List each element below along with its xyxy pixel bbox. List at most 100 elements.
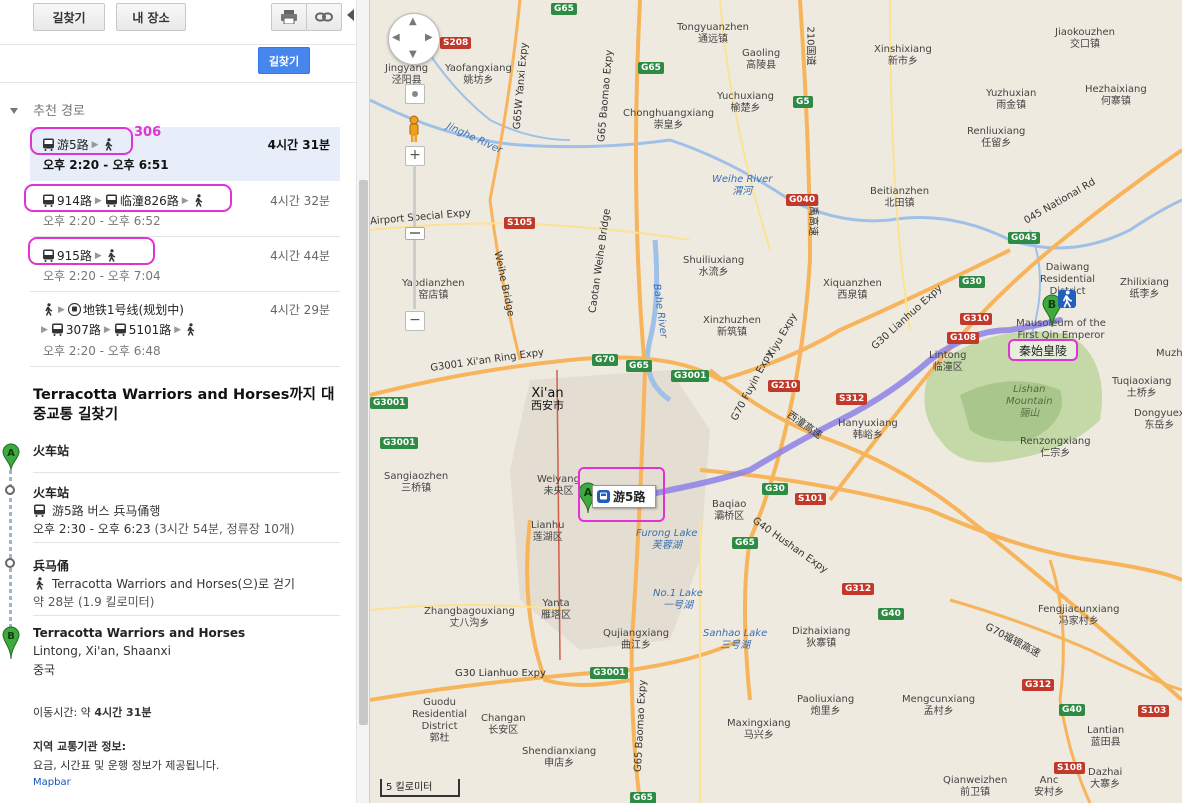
route-time: 오후 2:20 - 오후 6:51 — [43, 158, 169, 172]
directions-button[interactable]: 길찾기 — [33, 3, 105, 31]
map-place-label: Baqiao 灞桥区 — [712, 499, 747, 522]
pan-down-icon[interactable]: ▼ — [409, 49, 417, 60]
arrow-icon: ▶ — [58, 304, 65, 315]
collapse-left-icon[interactable] — [347, 9, 355, 24]
map-lake-label: Furong Lake 芙蓉湖 — [636, 528, 698, 551]
route-time: 오후 2:20 - 오후 6:52 — [43, 214, 161, 228]
print-button[interactable] — [271, 3, 307, 31]
zoom-in-button[interactable]: + — [405, 146, 425, 166]
panel-scrollbar[interactable] — [356, 0, 369, 803]
map-place-label: Guodu Residential District 郭杜 — [412, 697, 468, 744]
walk-icon — [187, 323, 195, 336]
map-place-label: Yuchuxiang 榆楚乡 — [717, 91, 774, 114]
bus-icon — [597, 490, 610, 503]
route-line-label: 914路 — [57, 194, 92, 208]
pin-a-icon: A — [2, 443, 20, 474]
highway-shield: G30 — [959, 276, 985, 288]
map-place-label: Chonghuangxiang 崇皇乡 — [623, 108, 715, 131]
walk-icon — [36, 577, 44, 590]
pan-left-icon[interactable]: ◀ — [392, 32, 400, 43]
map-place-label: Lintong 临潼区 — [929, 350, 967, 373]
directions-panel: 길찾기 내 장소 길찾기 추천 경로 游5路 ▶ 4시간 31분 오후 2:20… — [0, 0, 370, 803]
map-canvas[interactable]: Tongyuanzhen 通远镇 Gaoling 高陵县 Xinshixiang 新市… — [370, 0, 1182, 803]
end-addr2: 중국 — [33, 663, 56, 677]
pegman-icon[interactable] — [405, 115, 423, 143]
destination-label: 秦始皇陵 — [1008, 339, 1078, 361]
map-city-label: Xi'an 西安市 — [531, 386, 564, 412]
provider-link[interactable]: Mapbar — [33, 777, 71, 788]
svg-text:B: B — [7, 631, 15, 642]
highway-shield: G65 — [732, 537, 758, 549]
pan-control[interactable]: ▲ ▼ ◀ ▶ — [388, 13, 440, 65]
map-place-label: Weiyang 未央区 — [537, 474, 580, 497]
route-duration: 4시간 29분 — [270, 303, 330, 317]
walk-icon — [1058, 290, 1076, 308]
highway-shield: G40 — [1059, 704, 1085, 716]
route-option-4[interactable]: ▶ 地铁1号线(规划中) ▶ 307路 ▶ 5101路 ▶ 4시간 29분 오후… — [30, 292, 340, 366]
map-place-label: Gaoling 高陵县 — [742, 48, 781, 71]
get-directions-button[interactable]: 길찾기 — [258, 47, 310, 74]
river-label: Weihe River 渭河 — [712, 174, 773, 197]
step2-name: 兵马俑 — [33, 559, 70, 573]
highway-shield: G210 — [768, 380, 801, 392]
road-label: G30 Lianhuo Expy — [455, 668, 546, 679]
route-duration: 4시간 44분 — [270, 249, 330, 263]
travel-time: 이동시간: 약 4시간 31분 — [33, 706, 152, 719]
highway-shield: G70 — [592, 354, 618, 366]
map-place-label: Muzh — [1156, 348, 1182, 359]
map-place-label: Changan 长安区 — [481, 713, 526, 736]
step1-time: 오후 2:30 - 오후 6:23 — [33, 522, 151, 536]
map-place-label: Yaodianzhen 窑店镇 — [402, 278, 465, 301]
route-option-3[interactable]: 915路 ▶ 4시간 44분 오후 2:20 - 오후 7:04 — [30, 237, 340, 291]
print-icon — [281, 10, 297, 24]
route-bubble[interactable]: 游5路 — [592, 485, 656, 508]
route-line-label: 5101路 — [128, 323, 172, 337]
map-place-label: Jiaokouzhen 交口镇 — [1055, 27, 1115, 50]
map-place-label: Dizhaixiang 狄寨镇 — [792, 626, 851, 649]
subway-icon — [67, 303, 81, 316]
pan-right-icon[interactable]: ▶ — [425, 32, 433, 43]
route-line-label: 临潼826路 — [119, 194, 179, 208]
step2-desc-row: Terracotta Warriors and Horses(으)로 걷기 — [33, 575, 295, 592]
pin-b-icon: B — [2, 626, 20, 663]
stop-marker — [5, 485, 15, 495]
map-place-label: Qujiangxiang 曲江乡 — [603, 628, 670, 651]
map-place-label: Hanyuxiang 韩峪乡 — [838, 418, 898, 441]
map-place-label: Lantian 蓝田县 — [1087, 725, 1125, 748]
highway-shield: G310 — [960, 313, 993, 325]
transit-info-title: 지역 교통기관 정보: — [33, 740, 127, 753]
step1-time-row: 오후 2:30 - 오후 6:23 (3시간 54분, 정류장 10개) — [33, 520, 295, 537]
bus-icon — [105, 194, 117, 207]
pan-up-icon[interactable]: ▲ — [409, 16, 417, 27]
highway-shield: G65 — [638, 62, 664, 74]
map-lake-label: Sanhao Lake 三号湖 — [703, 628, 768, 651]
highway-shield: G3001 — [370, 397, 409, 409]
zoom-out-button[interactable]: − — [405, 311, 425, 331]
highway-shield: S208 — [440, 37, 472, 49]
collapse-toggle-icon[interactable] — [10, 103, 18, 117]
highway-shield: G65 — [630, 792, 656, 803]
bus-icon — [43, 194, 54, 207]
step1-desc: 游5路 버스 兵马俑행 — [52, 504, 161, 518]
location-button[interactable] — [405, 84, 425, 104]
map-place-label: Mengcunxiang 孟村乡 — [902, 694, 976, 717]
zoom-slider-handle[interactable] — [405, 227, 425, 240]
map-place-label: Renliuxiang 任留乡 — [967, 126, 1026, 149]
bus-icon — [51, 323, 63, 336]
arrow-icon: ▶ — [41, 324, 48, 335]
highway-shield: G3001 — [590, 667, 629, 679]
arrow-icon: ▶ — [181, 195, 189, 206]
highway-shield: S103 — [1138, 705, 1170, 717]
arrow-icon: ▶ — [91, 139, 99, 150]
route-line-label: 地铁1号线(规划中) — [82, 303, 184, 317]
highway-shield: S312 — [836, 393, 868, 405]
end-addr1: Lintong, Xi'an, Shaanxi — [33, 644, 171, 658]
start-name: 火车站 — [33, 444, 70, 458]
my-places-button[interactable]: 내 장소 — [116, 3, 186, 31]
route-option-2[interactable]: 914路 ▶ 临潼826路 ▶ 4시간 32분 오후 2:20 - 오후 6:5… — [30, 182, 340, 236]
route-option-1[interactable]: 游5路 ▶ 4시간 31분 오후 2:20 - 오후 6:51 — [30, 127, 340, 181]
highway-shield: S108 — [1054, 762, 1086, 774]
link-button[interactable] — [306, 3, 342, 31]
highway-shield: G5 — [793, 96, 813, 108]
arrow-icon: ▶ — [174, 324, 182, 335]
